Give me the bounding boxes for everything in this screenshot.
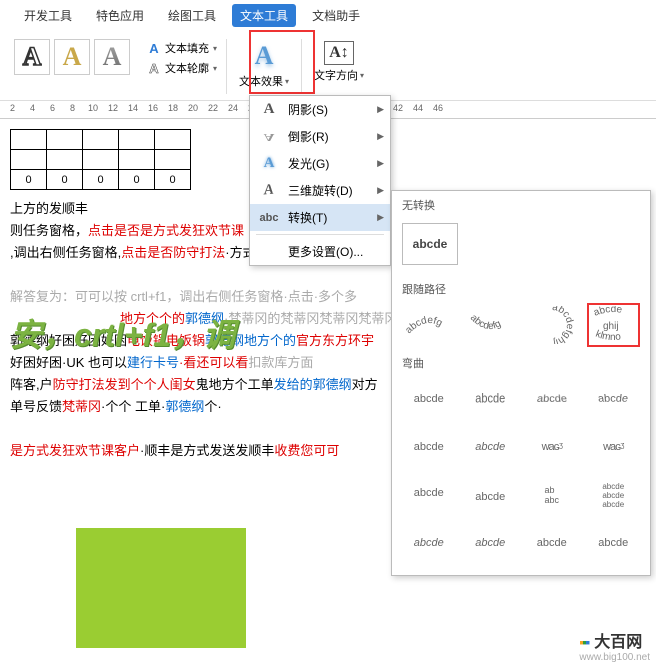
preset-warp-ring-inside[interactable]: ᴡaɢᶾ [525,425,579,469]
preset-warp-can-up[interactable]: abcde [525,521,579,565]
transform-submenu: 无转换 abcde 跟随路径 abcdefg abcdefg abcdefghi… [391,190,651,576]
text-outline-button[interactable]: A 文本轮廓 ▾ [144,59,220,77]
chevron-right-icon: ▶ [377,158,384,169]
warp-label: 弯曲 [392,349,650,375]
caret-icon: ▾ [213,64,217,73]
text-style-gold[interactable]: A [54,39,90,75]
follow-path-label: 跟随路径 [392,275,650,301]
tab-draw[interactable]: 绘图工具 [160,4,224,27]
svg-text:abcdefghij: abcdefghij [551,306,575,344]
transform-icon: abc [260,212,278,224]
menu-more-label: 更多设置(O)... [288,243,363,260]
tab-text[interactable]: 文本工具 [232,4,296,27]
text-direction-icon: A↕ [324,41,354,65]
text-outline-icon: A [147,61,161,75]
svg-text:abcdefg: abcdefg [468,312,503,332]
reflection-icon: A [260,131,278,143]
rotate3d-icon: A [259,180,276,201]
glow-icon: A [260,155,278,172]
preset-warp-plain[interactable]: abcde [402,377,456,421]
tab-special[interactable]: 特色应用 [88,4,152,27]
text-effect-label: 文本效果 [239,73,283,89]
preset-warp-chevron-up[interactable]: abcde [402,425,456,469]
chevron-right-icon: ▶ [377,185,384,196]
text-fill-icon: A [147,41,161,55]
preset-warp-arch-up[interactable]: abcde [402,473,456,517]
preset-warp-arch-down[interactable]: abcde [464,473,518,517]
text-style-gray[interactable]: A [94,39,130,75]
menu-shadow[interactable]: A 阴影(S) ▶ [250,96,390,123]
menu-reflection[interactable]: A 倒影(R) ▶ [250,123,390,150]
preset-warp-curve-up[interactable]: abcde [402,521,456,565]
preset-warp-chevron-down[interactable]: abcde [464,425,518,469]
watermark: ▪▪▪ 大百网 www.big100.net [579,628,650,663]
text-direction-button[interactable]: A↕ 文字方向▾ [308,39,370,85]
preset-warp-circle[interactable]: ababc [525,473,579,517]
ribbon: A A A A 文本填充 ▾ A 文本轮廓 ▾ A 文本效果▾ A↕ 文字方向▾ [0,31,656,101]
text-fill-label: 文本填充 [165,40,209,56]
green-shape[interactable] [76,528,246,648]
svg-text:ghij: ghij [603,321,619,332]
svg-text:abcdefg: abcdefg [405,315,444,336]
caret-icon: ▾ [360,71,364,80]
watermark-url: www.big100.net [579,652,650,663]
document-table: 00000 [10,129,191,190]
svg-text:abcde: abcde [592,306,623,319]
no-transform-label: 无转换 [392,191,650,217]
preset-warp-triangle-up[interactable]: abcde [525,377,579,421]
menu-transform-label: 转换(T) [288,209,327,226]
chevron-right-icon: ▶ [377,104,384,115]
preset-warp-curve-down[interactable]: abcde [464,521,518,565]
shadow-icon: A [260,101,278,118]
text-effect-button[interactable]: A 文本效果▾ [233,39,295,91]
tab-dev[interactable]: 开发工具 [16,4,80,27]
menu-rotate3d[interactable]: A 三维旋转(D) ▶ [250,177,390,204]
preset-warp-stop[interactable]: abcde [464,377,518,421]
preset-path-button[interactable]: abcdeghijklmno [587,303,641,347]
chevron-right-icon: ▶ [377,131,384,142]
caret-icon: ▾ [213,44,217,53]
menu-glow[interactable]: A 发光(G) ▶ [250,150,390,177]
menu-reflection-label: 倒影(R) [288,128,329,145]
wordart-text[interactable]: 安，crtl+f1，调 [10,310,235,356]
menu-transform[interactable]: abc 转换(T) ▶ [250,204,390,231]
menu-more-settings[interactable]: 更多设置(O)... [250,238,390,265]
text-effect-icon: A [255,41,274,71]
text-style-outline[interactable]: A [14,39,50,75]
text-fill-button[interactable]: A 文本填充 ▾ [144,39,220,57]
menu-rotate3d-label: 三维旋转(D) [288,182,353,199]
text-effect-dropdown: A 阴影(S) ▶ A 倒影(R) ▶ A 发光(G) ▶ A 三维旋转(D) … [249,95,391,266]
preset-path-arch-up[interactable]: abcdefg [464,303,518,347]
preset-path-circle[interactable]: abcdefghij [525,303,579,347]
text-direction-label: 文字方向 [314,67,358,83]
preset-path-arch-down[interactable]: abcdefg [402,303,456,347]
preset-warp-ring-outside[interactable]: ᴡaɢᶾ [587,425,641,469]
menu-shadow-label: 阴影(S) [288,101,328,118]
preset-no-transform[interactable]: abcde [402,223,458,265]
preset-warp-triangle-down[interactable]: abcde [587,377,641,421]
watermark-brand: 大百网 [594,634,642,651]
preset-warp-can-down[interactable]: abcde [587,521,641,565]
text-outline-label: 文本轮廓 [165,60,209,76]
chevron-right-icon: ▶ [377,212,384,223]
tab-helper[interactable]: 文档助手 [304,4,368,27]
text-styles-group: A A A [8,39,136,75]
menu-glow-label: 发光(G) [288,155,329,172]
tab-bar: 开发工具 特色应用 绘图工具 文本工具 文档助手 [0,0,656,31]
caret-icon: ▾ [285,77,289,86]
preset-warp-button[interactable]: abcdeabcdeabcde [587,473,641,517]
